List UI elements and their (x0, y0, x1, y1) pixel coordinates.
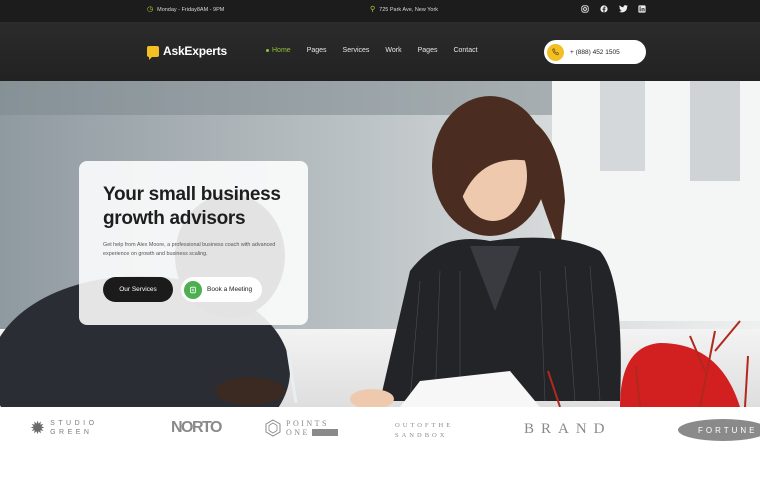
phone-number: + (888) 452 1505 (570, 48, 620, 56)
opening-hours: ◷ Monday - Friday8AM - 9PM (147, 6, 224, 13)
twitter-icon[interactable] (618, 4, 628, 14)
brand-out-of-the-box: OUTOFTHE SANDBOX (395, 421, 453, 441)
out-of-the-box-line-1: OUTOFTHE (395, 422, 454, 429)
phone-button[interactable]: + (888) 452 1505 (544, 40, 646, 64)
opening-hours-text: Monday - Friday8AM - 9PM (157, 6, 225, 13)
map-pin-icon: ⚲ (370, 6, 376, 13)
top-bar: ◷ Monday - Friday8AM - 9PM ⚲ 725 Park Av… (0, 0, 760, 22)
nav-item-contact[interactable]: Contact (453, 47, 477, 54)
main-header: AskExperts Home Pages Services Work Page… (0, 22, 760, 81)
book-meeting-label: Book a Meeting (207, 286, 253, 293)
studio-green-line-2: GREEN (50, 429, 93, 436)
our-services-button[interactable]: Our Services (103, 277, 173, 302)
address-text: 725 Park Ave, New York (379, 6, 439, 13)
hero-description: Get help from Alex Moore, a professional… (103, 242, 276, 257)
instagram-icon[interactable] (580, 4, 590, 14)
nav-item-home[interactable]: Home (266, 47, 291, 54)
fortune-label: FORTUNE (698, 425, 758, 435)
hexagon-logo-icon (265, 419, 281, 437)
out-of-the-box-line-2: SANDBOX (395, 432, 448, 439)
points-one-line-2: ONE (286, 428, 310, 437)
calendar-icon (184, 280, 202, 299)
brand-studio-green: ✹ STUDIO GREEN (30, 419, 98, 437)
chat-bubble-logo-icon (147, 45, 159, 60)
linkedin-icon[interactable] (637, 4, 647, 14)
logo-text: AskExperts (163, 44, 228, 58)
hero-buttons: Our Services Book a Meeting (103, 277, 262, 302)
nav-item-work[interactable]: Work (385, 47, 401, 54)
phone-icon (547, 43, 564, 61)
brand-points-one: POINTS ONE (264, 419, 338, 437)
facebook-icon[interactable] (599, 4, 609, 14)
hero-section: Your small business growth advisors Get … (0, 81, 760, 407)
points-one-line-1: POINTS (286, 419, 330, 428)
studio-green-line-1: STUDIO (50, 420, 98, 427)
sunburst-logo-icon: ✹ (30, 418, 46, 438)
hero-title: Your small business growth advisors (103, 184, 281, 229)
logo[interactable]: AskExperts (147, 44, 228, 60)
main-nav: Home Pages Services Work Pages Contact (266, 47, 478, 54)
brand-fortune: FORTUNE (678, 419, 760, 441)
nav-item-pages[interactable]: Pages (307, 47, 327, 54)
brand-norto: NORTO (171, 419, 222, 436)
nav-item-services[interactable]: Services (343, 47, 370, 54)
social-links (580, 4, 647, 14)
book-meeting-button[interactable]: Book a Meeting (181, 277, 262, 302)
hero-card: Your small business growth advisors Get … (79, 161, 308, 325)
brand-brand: BRAND (524, 421, 612, 437)
brand-logos: ✹ STUDIO GREEN NORTO POINTS ONE OUTOFTHE… (0, 407, 760, 455)
clock-icon: ◷ (147, 6, 154, 13)
nav-item-pages-2[interactable]: Pages (418, 47, 438, 54)
address: ⚲ 725 Park Ave, New York (370, 6, 438, 13)
